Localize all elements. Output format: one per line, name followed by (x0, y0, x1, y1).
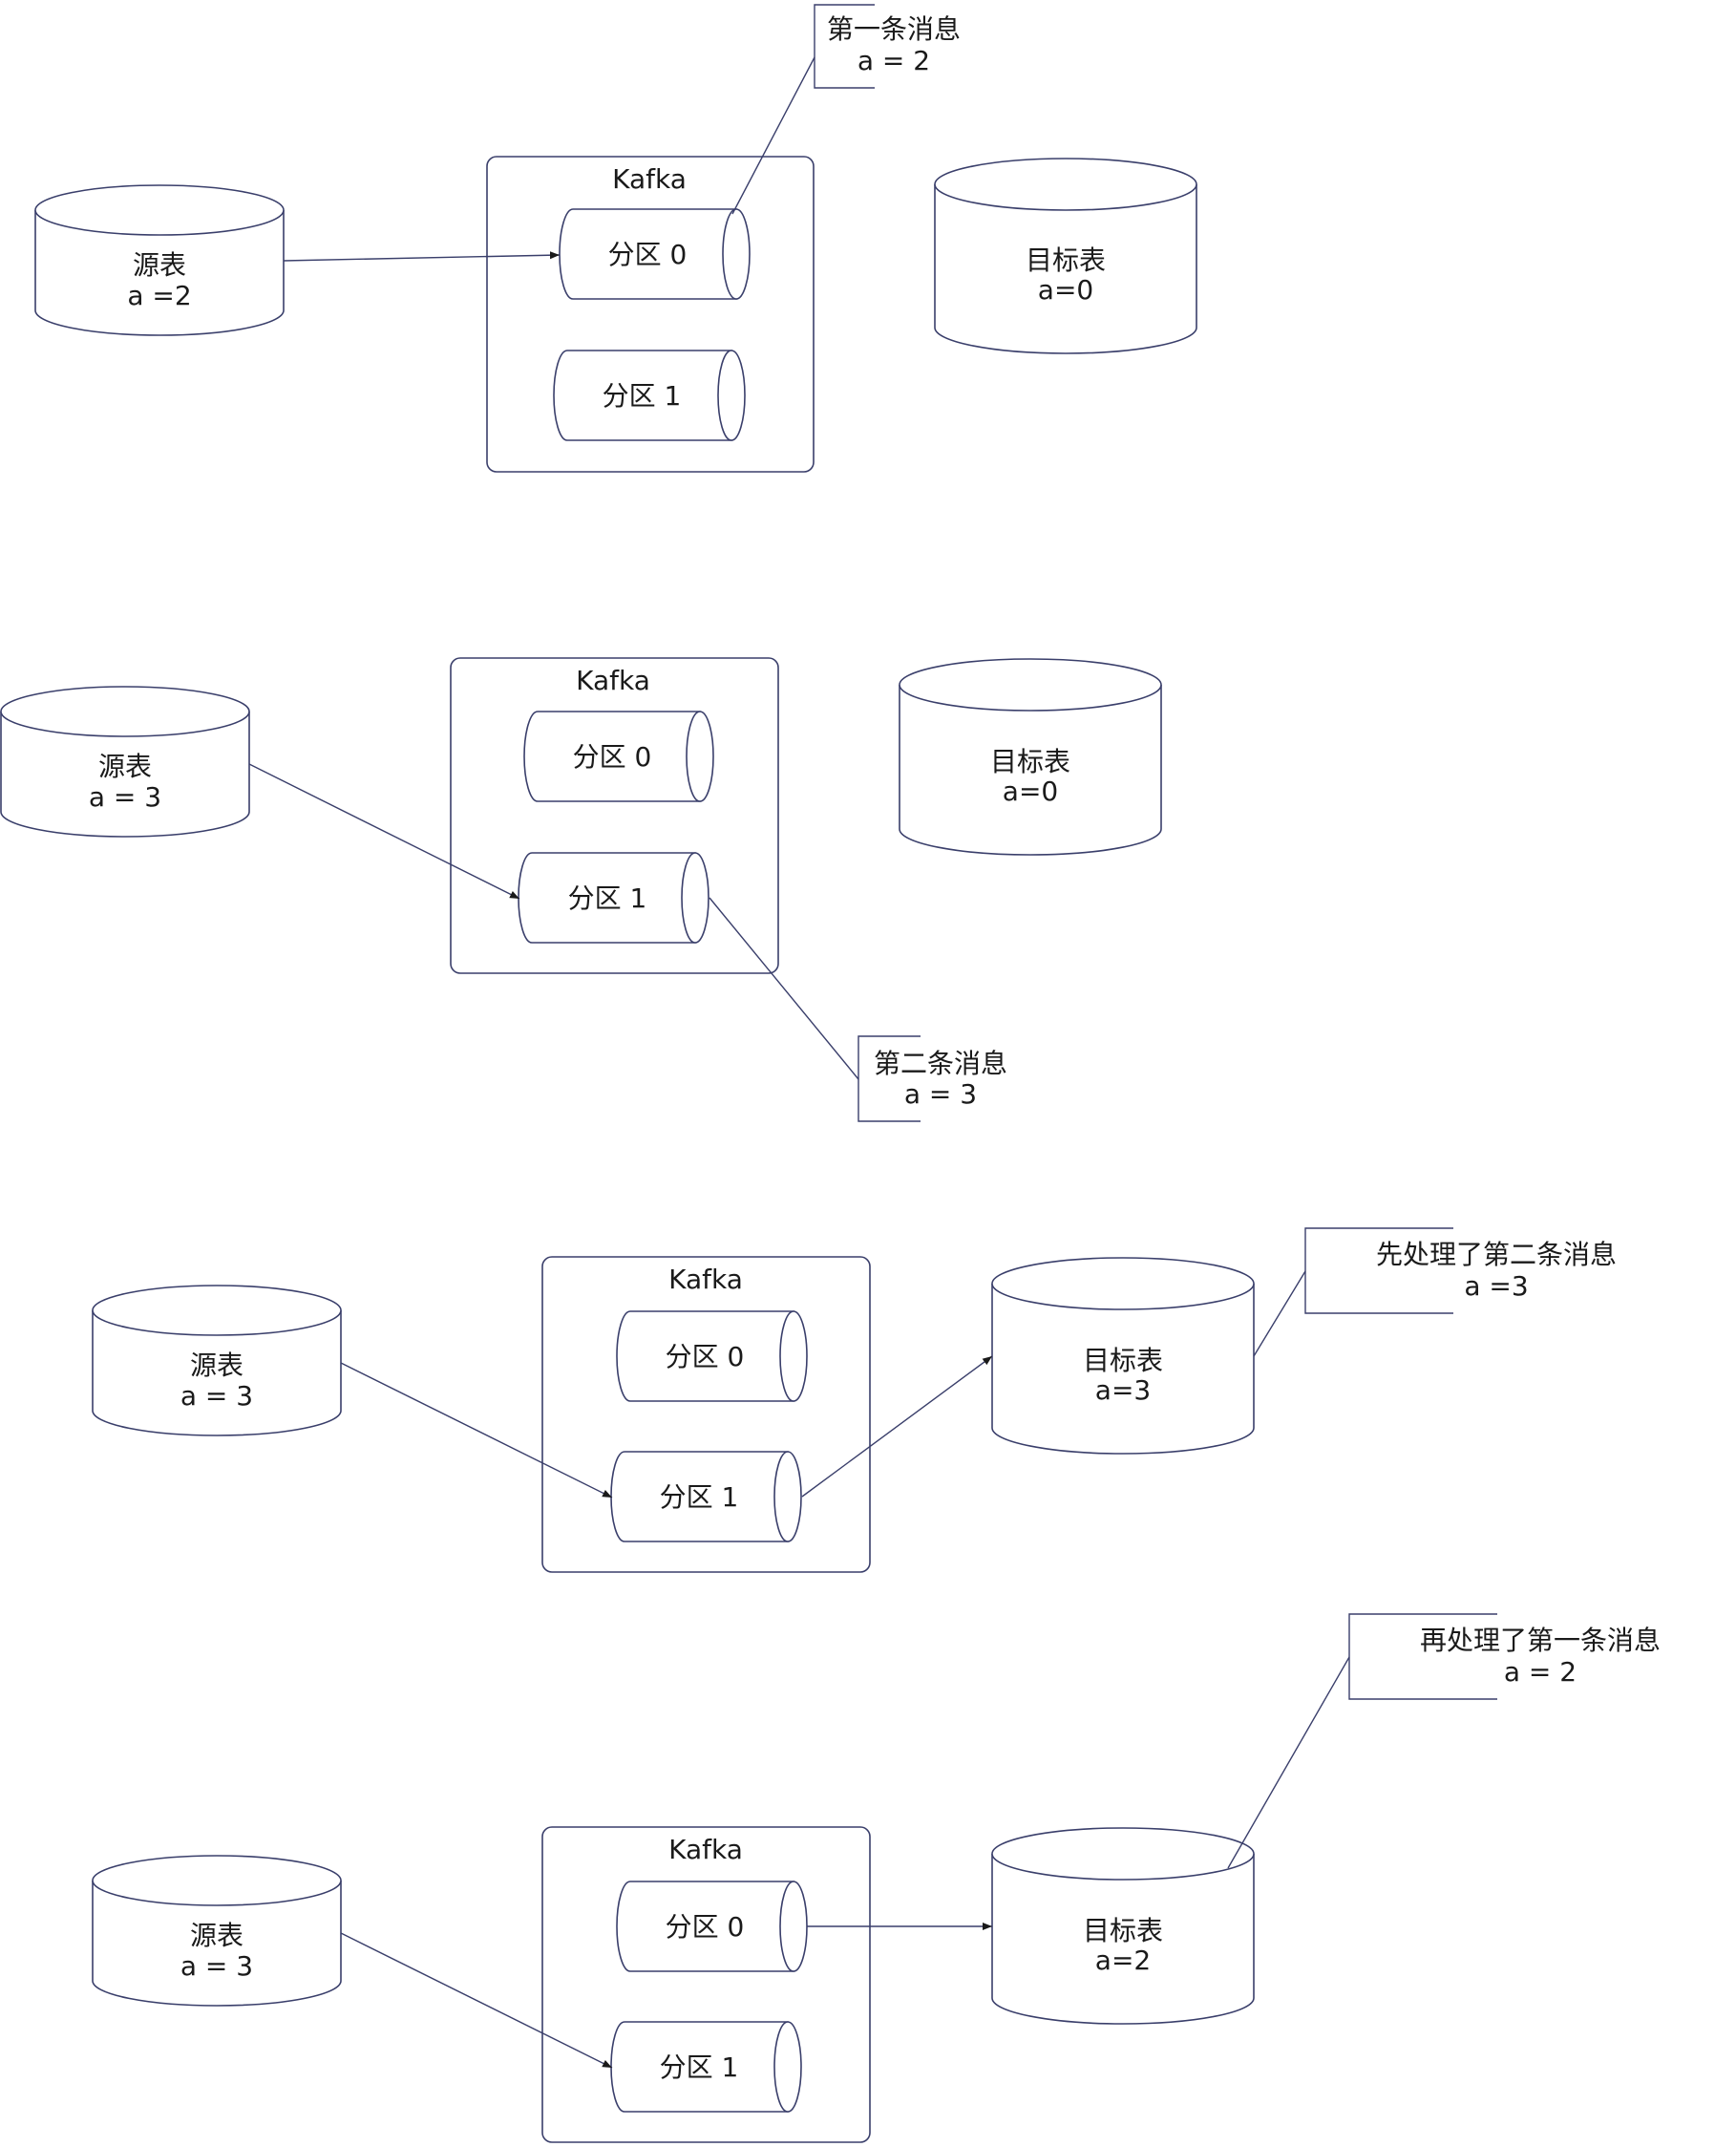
panel-3: 源表 a = 3 Kafka 分区 0 分区 1 目标表 a=3 先处理了第二条… (92, 1227, 1617, 1573)
callout-line-2: a = 2 (857, 45, 930, 76)
callout-line-2: a =3 (1464, 1270, 1528, 1302)
panel-4: 源表 a = 3 Kafka 分区 0 分区 1 目标表 a=2 再处理了第一条… (92, 1613, 1661, 2143)
callout-message: 第一条消息 a = 2 (731, 4, 961, 215)
target-table-cylinder: 目标表 a=3 (991, 1257, 1255, 1455)
source-table-cylinder: 源表 a =2 (34, 184, 285, 336)
source-table-value: a = 3 (180, 1380, 253, 1412)
partition-0: 分区 0 (616, 1881, 808, 1972)
source-table-title: 源表 (98, 751, 152, 782)
partition-0-label: 分区 0 (608, 239, 688, 270)
callout-line-1: 先处理了第二条消息 (1376, 1239, 1617, 1270)
callout-line-2: a = 2 (1504, 1656, 1577, 1688)
source-table-title: 源表 (190, 1920, 243, 1951)
target-table-cylinder: 目标表 a=0 (899, 658, 1162, 856)
arrow-source-to-partition-0 (283, 251, 561, 262)
target-table-value: a=3 (1095, 1374, 1151, 1406)
source-table-value: a = 3 (180, 1950, 253, 1982)
panel-2: 源表 a = 3 Kafka 分区 0 分区 1 目标表 a=0 第二条消息 a… (0, 657, 1162, 1122)
source-table-title: 源表 (133, 249, 186, 281)
partition-1-label: 分区 1 (568, 882, 647, 914)
kafka-title: Kafka (612, 163, 687, 195)
callout-line-1: 第二条消息 (874, 1048, 1007, 1079)
source-table-cylinder: 源表 a = 3 (0, 686, 250, 838)
source-table-title: 源表 (190, 1350, 243, 1381)
partition-1: 分区 1 (553, 350, 746, 441)
partition-1: 分区 1 (610, 1451, 802, 1542)
partition-1: 分区 1 (518, 852, 709, 944)
partition-0: 分区 0 (523, 711, 714, 802)
partition-1-label: 分区 1 (603, 380, 682, 412)
callout-line-2: a = 3 (904, 1078, 977, 1110)
callout-message: 再处理了第一条消息 a = 2 (1227, 1613, 1661, 1869)
source-table-cylinder: 源表 a = 3 (92, 1855, 342, 2007)
callout-message: 先处理了第二条消息 a =3 (1253, 1227, 1617, 1357)
source-table-value: a =2 (127, 280, 191, 311)
target-table-title: 目标表 (1026, 244, 1106, 276)
target-table-value: a=0 (1038, 274, 1093, 306)
target-table-value: a=0 (1003, 776, 1058, 807)
kafka-ordering-diagram: 源表 a =2 Kafka 分区 0 分区 1 目标表 a=0 第一条消息 a … (0, 4, 1661, 2143)
partition-1-label: 分区 1 (660, 1481, 739, 1513)
target-table-title: 目标表 (1083, 1915, 1163, 1946)
target-table-title: 目标表 (1083, 1345, 1163, 1376)
kafka-title: Kafka (668, 1834, 743, 1865)
partition-0-label: 分区 0 (573, 741, 652, 773)
target-table-cylinder: 目标表 a=0 (934, 158, 1197, 354)
partition-1: 分区 1 (610, 2021, 802, 2113)
source-table-value: a = 3 (89, 781, 161, 813)
target-table-cylinder: 目标表 a=2 (991, 1827, 1255, 2025)
target-table-title: 目标表 (990, 746, 1070, 777)
arrow-partition-1-to-target (801, 1355, 993, 1498)
partition-0: 分区 0 (616, 1310, 808, 1402)
callout-message: 第二条消息 a = 3 (709, 897, 1007, 1122)
kafka-title: Kafka (576, 665, 650, 696)
panel-1: 源表 a =2 Kafka 分区 0 分区 1 目标表 a=0 第一条消息 a … (34, 4, 1197, 473)
arrow-source-to-partition-1 (340, 1932, 613, 2069)
source-table-cylinder: 源表 a = 3 (92, 1285, 342, 1436)
partition-0-label: 分区 0 (666, 1911, 745, 1943)
callout-line-1: 第一条消息 (827, 13, 961, 45)
arrow-source-to-partition-1 (340, 1362, 613, 1499)
target-table-value: a=2 (1095, 1945, 1151, 1976)
arrow-source-to-partition-1 (248, 763, 520, 900)
partition-0-label: 分区 0 (666, 1341, 745, 1372)
partition-0: 分区 0 (559, 208, 751, 300)
kafka-title: Kafka (668, 1264, 743, 1295)
partition-1-label: 分区 1 (660, 2051, 739, 2083)
callout-line-1: 再处理了第一条消息 (1420, 1625, 1661, 1656)
